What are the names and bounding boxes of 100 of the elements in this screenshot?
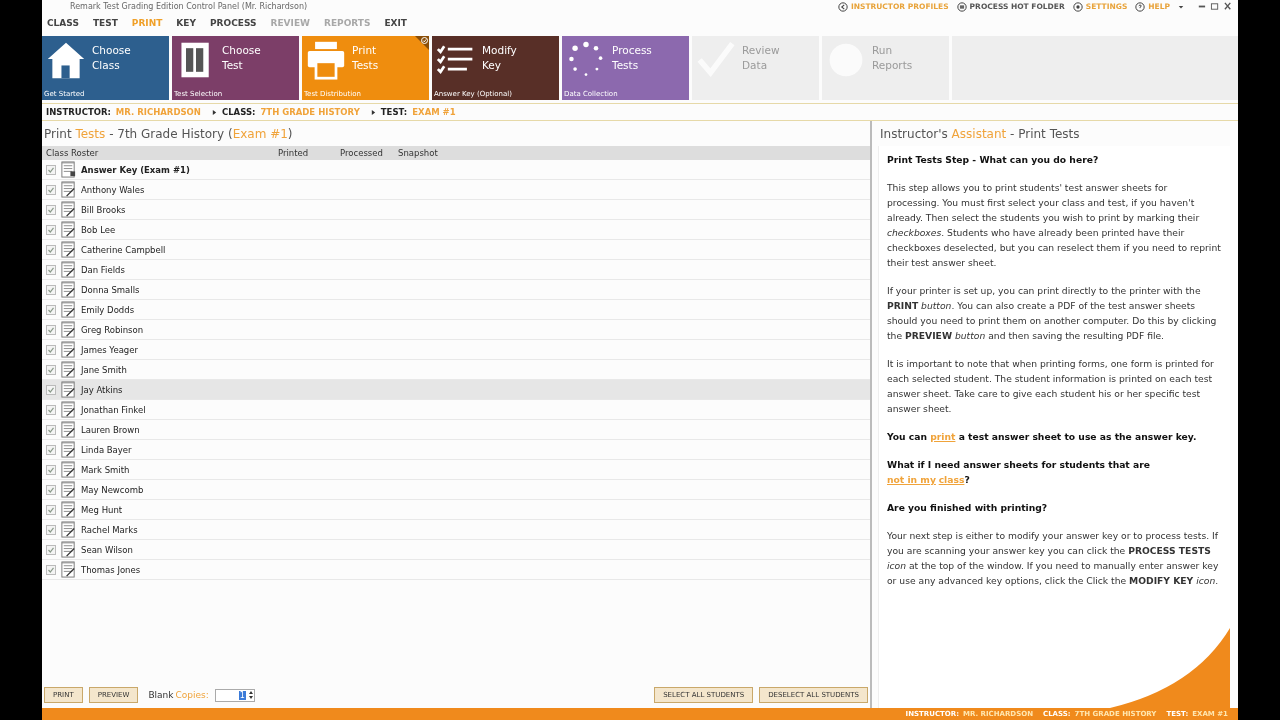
sheet-pencil-icon (60, 321, 77, 338)
spin-arrows-icon[interactable] (247, 690, 254, 700)
roster-row[interactable]: Emily Dodds (42, 300, 870, 320)
checkbox[interactable] (46, 484, 56, 495)
sheet-pencil-icon (60, 461, 77, 478)
blank-label: Blank (148, 690, 174, 700)
printer-icon (306, 40, 346, 80)
checkbox[interactable] (46, 224, 56, 235)
sheet-pencil-icon (60, 441, 77, 458)
student-name: Bill Brooks (81, 204, 126, 215)
roster-title: Print Tests - 7th Grade History (Exam #1) (43, 126, 294, 143)
roster-row[interactable]: Mark Smith (42, 460, 870, 480)
roster-row[interactable]: Sean Wilson (42, 540, 870, 560)
student-name: Bob Lee (81, 224, 116, 235)
check-badge-icon (415, 36, 429, 50)
help-paragraph: Are you finished with printing? (887, 501, 1049, 515)
roster-row[interactable]: James Yeager (42, 340, 870, 360)
sheet-pencil-icon (60, 361, 77, 378)
tile-title: Process Tests (612, 43, 652, 73)
roster-row[interactable]: Bill Brooks (42, 200, 870, 220)
menu-tab[interactable]: PROCESS (210, 18, 257, 28)
roster-row[interactable]: Anthony Wales (42, 180, 870, 200)
student-name: Thomas Jones (81, 564, 141, 575)
roster-row[interactable]: Donna Smalls (42, 280, 870, 300)
checkbox[interactable] (46, 184, 56, 195)
menu-tab[interactable]: TEST (92, 18, 118, 28)
tile-title: Review Data (742, 43, 780, 73)
checkbox[interactable] (46, 284, 56, 295)
checkbox[interactable] (46, 384, 56, 395)
checkbox[interactable] (46, 304, 56, 315)
house-icon (46, 40, 86, 80)
sheet-pencil-icon (60, 541, 77, 558)
menu-tab[interactable]: KEY (176, 18, 196, 28)
roster-row[interactable]: Greg Robinson (42, 320, 870, 340)
breadcrumb-label: CLASS: (221, 107, 256, 117)
checkbox[interactable] (46, 344, 56, 355)
caret-icon (1178, 3, 1184, 10)
student-name: May Newcomb (81, 484, 144, 495)
student-name: Donna Smalls (81, 284, 140, 295)
checkbox[interactable] (46, 464, 56, 475)
roster-row[interactable]: May Newcomb (42, 480, 870, 500)
roster-row[interactable]: Meg Hunt (42, 500, 870, 520)
roster-row[interactable]: Jonathan Finkel (42, 400, 870, 420)
arrow-icon (211, 108, 217, 116)
student-name: Jonathan Finkel (81, 404, 146, 415)
tile-title: Modify Key (482, 43, 517, 73)
roster-row[interactable]: Answer Key (Exam #1) (42, 160, 870, 180)
student-name: Lauren Brown (81, 424, 140, 435)
tile-title: Choose Test (222, 43, 261, 73)
sheet-pencil-icon (60, 261, 77, 278)
circle-icon (1072, 1, 1083, 12)
roster-row[interactable]: Lauren Brown (42, 420, 870, 440)
tile-title: Choose Class (92, 43, 131, 73)
checkbox[interactable] (46, 204, 56, 215)
student-name: Linda Bayer (81, 444, 132, 455)
roster-row[interactable]: Bob Lee (42, 220, 870, 240)
help-paragraph: You can print a test answer sheet to use as the answer key. (887, 430, 1198, 444)
roster-row[interactable]: Rachel Marks (42, 520, 870, 540)
roster-row[interactable]: Catherine Campbell (42, 240, 870, 260)
circle-icon (1135, 1, 1146, 12)
checkbox[interactable] (46, 364, 56, 375)
sheet-pencil-icon (60, 241, 77, 258)
help-paragraph: If your printer is set up, you can print directly to the printer with the PRINT button. You can also create a PDF of the test answer sheets should you need to print them on another computer. Do this by clicking the PREVIEW button and then saving the resulting PDF file. (887, 284, 1218, 343)
roster-row[interactable]: Jay Atkins (42, 380, 870, 400)
checkbox[interactable] (46, 504, 56, 515)
student-name: Rachel Marks (81, 524, 138, 535)
help-paragraph: Your next step is either to modify your answer key or to process tests. If you are scanning your answer key you can click the PROCESS TESTS icon at the top of the window. If you need to manually enter answer key or use any advanced key options, click the Click the MODIFY KEY icon. (887, 529, 1220, 588)
column-header: Class Roster (46, 148, 100, 158)
checkbox[interactable] (46, 164, 56, 175)
checkbox[interactable] (46, 244, 56, 255)
checkbox[interactable] (46, 564, 56, 575)
sheet-pencil-icon (60, 481, 77, 498)
student-name: Sean Wilson (81, 544, 133, 555)
menu-tab[interactable]: EXIT (384, 18, 407, 28)
tile-title: Print Tests (352, 43, 379, 73)
breadcrumb-label: TEST: (380, 107, 408, 117)
sheet-pencil-icon (60, 201, 77, 218)
roster-row[interactable]: Thomas Jones (42, 560, 870, 580)
student-name: Meg Hunt (81, 504, 123, 515)
sheet-pencil-icon (60, 221, 77, 238)
checkbox[interactable] (46, 404, 56, 415)
checkbox[interactable] (46, 444, 56, 455)
student-name: Catherine Campbell (81, 244, 166, 255)
menu-tab[interactable]: CLASS (47, 18, 79, 28)
checkbox[interactable] (46, 544, 56, 555)
assistant-title: Instructor's Assistant - Print Tests (879, 126, 1081, 143)
column-header: Snapshot (398, 148, 438, 158)
student-name: Jane Smith (81, 364, 127, 375)
checkbox[interactable] (46, 524, 56, 535)
sheet-pencil-icon (60, 301, 77, 318)
student-name: Greg Robinson (81, 324, 144, 335)
student-name: James Yeager (81, 344, 138, 355)
roster-row[interactable]: Linda Bayer (42, 440, 870, 460)
checkbox[interactable] (46, 424, 56, 435)
circle-icon (956, 1, 967, 12)
copies-field[interactable]: 1 (214, 688, 255, 702)
checkbox[interactable] (46, 324, 56, 335)
roster-row[interactable]: Dan Fields (42, 260, 870, 280)
checkbox[interactable] (46, 264, 56, 275)
tile-title: Run Reports (872, 43, 913, 73)
